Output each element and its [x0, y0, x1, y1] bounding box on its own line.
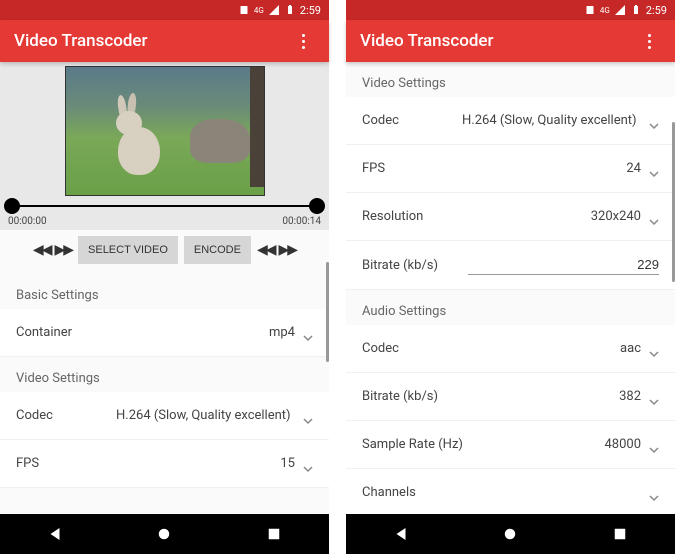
- time-start: 00:00:00: [8, 216, 47, 227]
- timeline[interactable]: 00:00:00 00:00:14: [8, 198, 321, 230]
- battery-icon: [630, 4, 642, 16]
- rewind-icon[interactable]: ◀◀: [257, 242, 275, 258]
- network-label: 4G: [254, 6, 264, 15]
- chevron-down-icon: [303, 459, 313, 469]
- phone-left: 4G 2:59 Video Transcoder 00:00:00: [0, 0, 329, 554]
- controls-row: ◀◀ ▶▶ SELECT VIDEO ENCODE ◀◀ ▶▶: [0, 230, 329, 274]
- select-video-button[interactable]: SELECT VIDEO: [78, 236, 178, 264]
- android-navbar: [346, 514, 675, 554]
- chevron-down-icon: [649, 212, 659, 222]
- menu-overflow-icon[interactable]: [291, 29, 315, 53]
- home-icon[interactable]: [155, 525, 173, 543]
- statusbar: 4G 2:59: [0, 0, 329, 20]
- app-title: Video Transcoder: [360, 31, 494, 51]
- setting-value: H.264 (Slow, Quality excellent): [458, 113, 649, 128]
- setting-resolution[interactable]: Resolution 320x240: [346, 193, 675, 241]
- card-icon: [238, 4, 250, 16]
- back-icon[interactable]: [46, 525, 64, 543]
- setting-label: Sample Rate (Hz): [362, 437, 482, 452]
- clock: 2:59: [646, 4, 667, 17]
- chevron-down-icon: [649, 440, 659, 450]
- time-end: 00:00:14: [282, 216, 321, 227]
- statusbar: 4G 2:59: [346, 0, 675, 20]
- setting-value: 15: [112, 456, 303, 471]
- appbar: Video Transcoder: [0, 20, 329, 62]
- chevron-down-icon: [649, 392, 659, 402]
- rewind-icon[interactable]: ◀◀: [33, 242, 51, 258]
- chevron-down-icon: [303, 328, 313, 338]
- setting-value: 24: [458, 161, 649, 176]
- section-audio: Audio Settings: [346, 290, 675, 325]
- setting-container[interactable]: Container mp4: [0, 309, 329, 357]
- setting-label: Codec: [16, 408, 112, 423]
- setting-value: mp4: [112, 325, 303, 340]
- home-icon[interactable]: [501, 525, 519, 543]
- encode-button[interactable]: ENCODE: [184, 236, 251, 264]
- setting-codec[interactable]: Codec H.264 (Slow, Quality excellent): [0, 392, 329, 440]
- setting-label: Bitrate (kb/s): [362, 258, 458, 273]
- battery-icon: [284, 4, 296, 16]
- setting-audio-codec[interactable]: Codec aac: [346, 325, 675, 373]
- setting-label: Bitrate (kb/s): [362, 389, 458, 404]
- section-basic: Basic Settings: [0, 274, 329, 309]
- setting-value: 48000: [482, 437, 649, 452]
- setting-label: FPS: [362, 161, 458, 176]
- forward-icon[interactable]: ▶▶: [54, 242, 72, 258]
- setting-codec[interactable]: Codec H.264 (Slow, Quality excellent): [346, 97, 675, 145]
- phone-right: 4G 2:59 Video Transcoder Video Settings …: [346, 0, 675, 554]
- setting-video-bitrate[interactable]: Bitrate (kb/s): [346, 241, 675, 290]
- setting-value: aac: [458, 341, 649, 356]
- content-area: 00:00:00 00:00:14 ◀◀ ▶▶ SELECT VIDEO ENC…: [0, 62, 329, 514]
- setting-label: Codec: [362, 113, 458, 128]
- bitrate-input[interactable]: [468, 255, 659, 275]
- setting-label: Container: [16, 325, 112, 340]
- setting-audio-bitrate[interactable]: Bitrate (kb/s) 382: [346, 373, 675, 421]
- setting-value: 320x240: [458, 209, 649, 224]
- recent-icon[interactable]: [611, 525, 629, 543]
- network-label: 4G: [600, 6, 610, 15]
- chevron-down-icon: [649, 488, 659, 498]
- content-area: Video Settings Codec H.264 (Slow, Qualit…: [346, 62, 675, 514]
- setting-value: 382: [458, 389, 649, 404]
- timeline-end-handle[interactable]: [309, 198, 325, 214]
- setting-channels[interactable]: Channels: [346, 469, 675, 514]
- setting-fps[interactable]: FPS 24: [346, 145, 675, 193]
- card-icon: [584, 4, 596, 16]
- timeline-start-handle[interactable]: [4, 198, 20, 214]
- scroll-indicator[interactable]: [326, 262, 329, 362]
- menu-overflow-icon[interactable]: [637, 29, 661, 53]
- setting-label: Resolution: [362, 209, 458, 224]
- chevron-down-icon: [649, 164, 659, 174]
- chevron-down-icon: [649, 344, 659, 354]
- recent-icon[interactable]: [265, 525, 283, 543]
- app-title: Video Transcoder: [14, 31, 148, 51]
- android-navbar: [0, 514, 329, 554]
- section-video: Video Settings: [346, 62, 675, 97]
- setting-label: Channels: [362, 485, 458, 500]
- chevron-down-icon: [303, 411, 313, 421]
- section-video: Video Settings: [0, 357, 329, 392]
- appbar: Video Transcoder: [346, 20, 675, 62]
- setting-samplerate[interactable]: Sample Rate (Hz) 48000: [346, 421, 675, 469]
- video-preview-area: 00:00:00 00:00:14: [0, 62, 329, 230]
- signal-icon: [268, 4, 280, 16]
- setting-value: H.264 (Slow, Quality excellent): [112, 408, 303, 423]
- video-preview[interactable]: [65, 66, 265, 196]
- setting-label: FPS: [16, 456, 112, 471]
- back-icon[interactable]: [392, 525, 410, 543]
- clock: 2:59: [300, 4, 321, 17]
- setting-label: Codec: [362, 341, 458, 356]
- setting-fps[interactable]: FPS 15: [0, 440, 329, 488]
- signal-icon: [614, 4, 626, 16]
- forward-icon[interactable]: ▶▶: [279, 242, 297, 258]
- chevron-down-icon: [649, 116, 659, 126]
